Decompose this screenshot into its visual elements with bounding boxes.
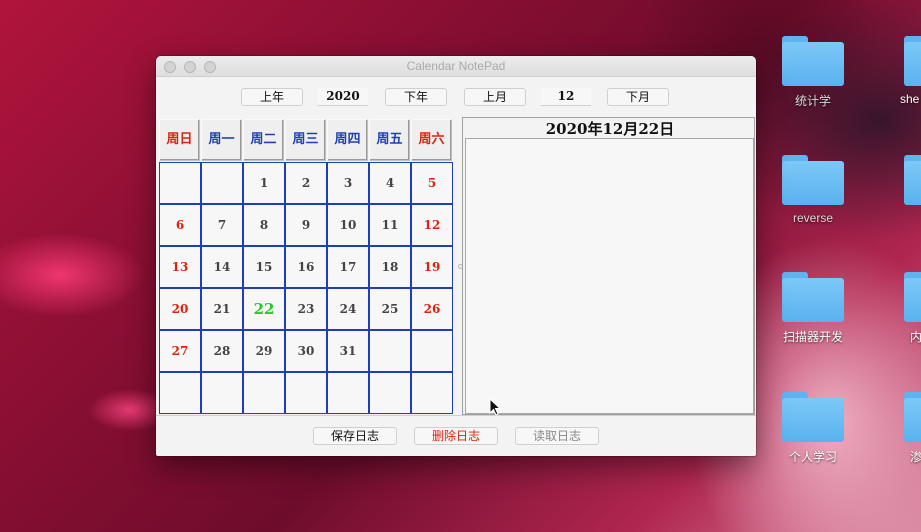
desktop-folder-tongjixue[interactable]: 统计学	[773, 36, 853, 109]
day-cell[interactable]: 21	[201, 288, 243, 330]
day-cell[interactable]: 10	[327, 204, 369, 246]
weekday-header: 周五	[369, 119, 410, 161]
day-cell[interactable]	[159, 162, 201, 204]
day-cell[interactable]	[159, 372, 201, 414]
day-cell[interactable]: 26	[411, 288, 453, 330]
read-log-button[interactable]: 读取日志	[515, 427, 599, 445]
day-cell[interactable]: 12	[411, 204, 453, 246]
folder-icon	[782, 272, 844, 322]
day-cell[interactable]: 6	[159, 204, 201, 246]
weekday-header: 周四	[327, 119, 368, 161]
desktop-folder-label: reverse	[792, 211, 833, 225]
split-pane-handle[interactable]	[458, 264, 463, 269]
weekday-header: 周二	[243, 119, 284, 161]
day-cell[interactable]: 18	[369, 246, 411, 288]
save-log-button[interactable]: 保存日志	[313, 427, 397, 445]
desktop-folder-nei[interactable]: 内	[900, 272, 921, 345]
folder-icon	[904, 392, 921, 442]
day-cell[interactable]	[411, 372, 453, 414]
day-cell[interactable]: 8	[243, 204, 285, 246]
selected-date-title: 2020年12月22日	[545, 120, 675, 138]
month-field[interactable]: 12	[541, 88, 591, 106]
day-cell[interactable]: 29	[243, 330, 285, 372]
mouse-pointer-icon	[489, 398, 501, 416]
desktop-folder-saomiaoqi[interactable]: 扫描器开发	[773, 272, 853, 345]
calendar-notepad-window: Calendar NotePad 上年 2020 下年 上月 12 下月 周日 …	[156, 56, 756, 456]
desktop-folder-label: 渗	[910, 450, 921, 464]
weekday-header: 周三	[285, 119, 326, 161]
desktop-folder-shen[interactable]: 渗	[900, 392, 921, 465]
day-cell[interactable]: 11	[369, 204, 411, 246]
day-cell[interactable]: 28	[201, 330, 243, 372]
day-cell[interactable]	[243, 372, 285, 414]
day-cell[interactable]: 4	[369, 162, 411, 204]
today-cell[interactable]: 22	[243, 288, 285, 330]
weekday-header: 周一	[201, 119, 242, 161]
day-cell[interactable]: 13	[159, 246, 201, 288]
folder-icon	[782, 36, 844, 86]
day-cell[interactable]	[369, 330, 411, 372]
day-cell[interactable]	[369, 372, 411, 414]
weekday-header: 周六	[411, 119, 452, 161]
year-field[interactable]: 2020	[318, 88, 368, 106]
day-cell[interactable]: 31	[327, 330, 369, 372]
bottom-divider	[156, 415, 756, 416]
day-cell[interactable]: 27	[159, 330, 201, 372]
day-cell[interactable]: 16	[285, 246, 327, 288]
desktop-folder-label: 个人学习	[788, 450, 837, 464]
day-cell[interactable]: 30	[285, 330, 327, 372]
next-month-button[interactable]: 下月	[607, 88, 669, 106]
folder-icon	[904, 272, 921, 322]
day-cell[interactable]	[201, 162, 243, 204]
day-cell[interactable]	[327, 372, 369, 414]
desktop-folder-reverse[interactable]: reverse	[773, 155, 853, 225]
day-cell[interactable]: 24	[327, 288, 369, 330]
day-cell[interactable]: 19	[411, 246, 453, 288]
day-cell[interactable]: 7	[201, 204, 243, 246]
desktop-folder-label: 内	[910, 330, 921, 344]
day-cell[interactable]: 1	[243, 162, 285, 204]
desktop-folder-right-2[interactable]	[900, 155, 921, 205]
prev-year-button[interactable]: 上年	[241, 88, 303, 106]
day-cell[interactable]: 3	[327, 162, 369, 204]
day-cell[interactable]	[411, 330, 453, 372]
day-cell[interactable]: 23	[285, 288, 327, 330]
desktop-folder-label: 扫描器开发	[782, 330, 843, 344]
day-cell[interactable]: 2	[285, 162, 327, 204]
note-text-area[interactable]	[465, 138, 754, 414]
day-cell[interactable]: 25	[369, 288, 411, 330]
calendar-grid: 周日 周一 周二 周三 周四 周五 周六 1 2 3 4 5 6 7 8 9 1…	[159, 119, 455, 415]
desktop-folder-label: 统计学	[794, 94, 831, 108]
desktop-folder-gerenxuexi[interactable]: 个人学习	[773, 392, 853, 465]
window-title: Calendar NotePad	[406, 59, 506, 73]
day-cell[interactable]: 5	[411, 162, 453, 204]
desktop-folder-label: she	[900, 92, 920, 106]
day-cell[interactable]: 15	[243, 246, 285, 288]
folder-icon	[904, 36, 921, 86]
next-year-button[interactable]: 下年	[385, 88, 447, 106]
day-cell[interactable]: 17	[327, 246, 369, 288]
day-cell[interactable]	[285, 372, 327, 414]
day-cell[interactable]: 20	[159, 288, 201, 330]
prev-month-button[interactable]: 上月	[464, 88, 526, 106]
folder-icon	[782, 392, 844, 442]
folder-icon	[782, 155, 844, 205]
folder-icon	[904, 155, 921, 205]
day-cell[interactable]	[201, 372, 243, 414]
delete-log-button[interactable]: 删除日志	[414, 427, 498, 445]
weekday-header: 周日	[159, 119, 200, 161]
desktop-folder-she[interactable]: she	[890, 36, 921, 106]
title-bar[interactable]: Calendar NotePad	[156, 56, 756, 77]
day-cell[interactable]: 9	[285, 204, 327, 246]
day-cell[interactable]: 14	[201, 246, 243, 288]
